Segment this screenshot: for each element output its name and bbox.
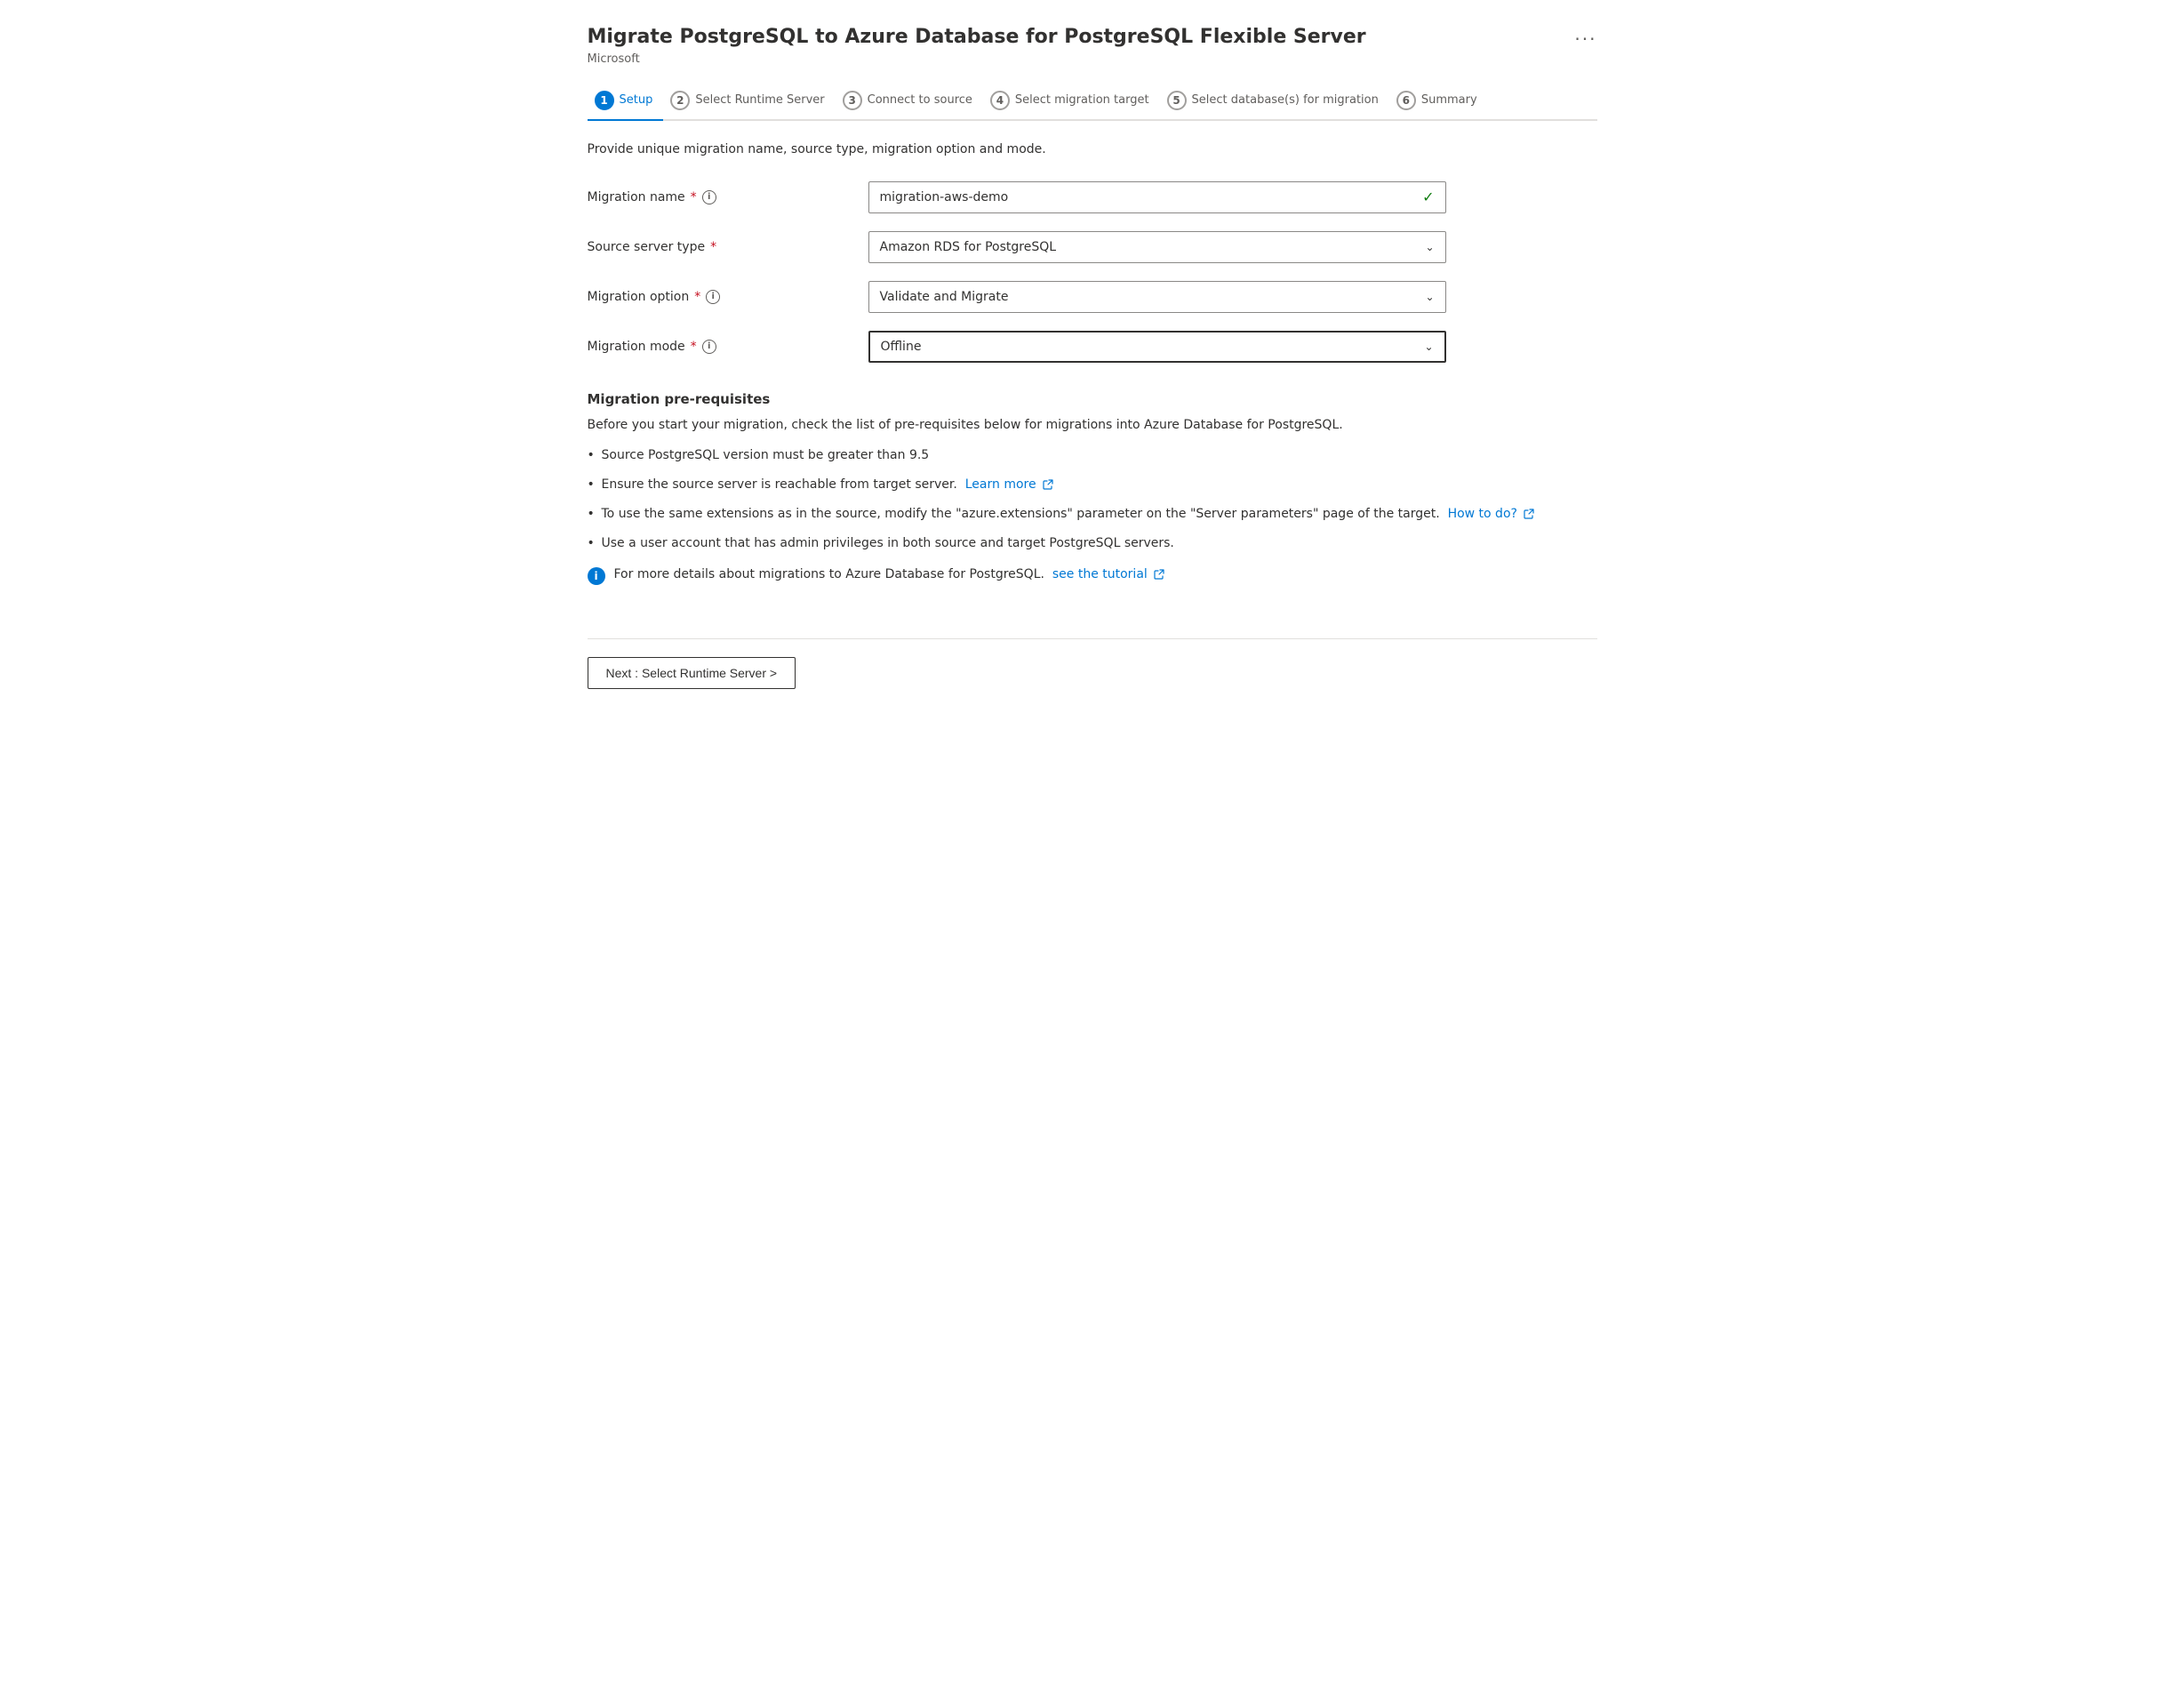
step-5-databases[interactable]: 5 Select database(s) for migration	[1160, 84, 1389, 119]
prereq-item-4-text: Use a user account that has admin privil…	[602, 536, 1174, 550]
steps-wizard-bar: 1 Setup 2 Select Runtime Server 3 Connec…	[588, 84, 1597, 121]
prereq-item-3: To use the same extensions as in the sou…	[588, 505, 1597, 524]
migration-name-label: Migration name * i	[588, 190, 854, 204]
migration-mode-dropdown[interactable]: Offline ⌄	[868, 331, 1446, 363]
learn-more-link[interactable]: Learn more	[965, 477, 1053, 492]
app-subtitle: Microsoft	[588, 52, 1366, 66]
migration-option-row: Migration option * i Validate and Migrat…	[588, 281, 1597, 313]
next-button[interactable]: Next : Select Runtime Server >	[588, 657, 796, 689]
prerequisites-section: Migration pre-requisites Before you star…	[588, 391, 1597, 585]
migration-option-control: Validate and Migrate ⌄	[868, 281, 1446, 313]
more-options-icon[interactable]: ···	[1574, 28, 1596, 50]
migration-option-dropdown[interactable]: Validate and Migrate ⌄	[868, 281, 1446, 313]
migration-option-value: Validate and Migrate	[880, 290, 1009, 304]
step-3-circle: 3	[843, 91, 862, 110]
prereq-item-1: Source PostgreSQL version must be greate…	[588, 446, 1597, 465]
step-2-runtime[interactable]: 2 Select Runtime Server	[663, 84, 835, 119]
migration-option-label: Migration option * i	[588, 290, 854, 304]
migration-name-checkmark: ✓	[1422, 188, 1434, 205]
prereq-item-3-text: To use the same extensions as in the sou…	[602, 507, 1444, 521]
step-1-setup[interactable]: 1 Setup	[588, 84, 664, 121]
migration-option-required: *	[694, 290, 700, 304]
migration-mode-info-icon[interactable]: i	[702, 340, 716, 354]
migration-name-required: *	[691, 190, 697, 204]
app-header: Migrate PostgreSQL to Azure Database for…	[588, 25, 1597, 66]
step-1-label: Setup	[620, 93, 653, 107]
info-banner-icon: i	[588, 567, 605, 585]
migration-mode-row: Migration mode * i Offline ⌄	[588, 331, 1597, 363]
step-3-label: Connect to source	[868, 93, 972, 107]
how-to-do-link[interactable]: How to do?	[1448, 507, 1535, 521]
step-2-label: Select Runtime Server	[695, 93, 824, 107]
step-6-label: Summary	[1421, 93, 1477, 107]
prereq-item-2-text: Ensure the source server is reachable fr…	[602, 477, 962, 492]
source-server-type-row: Source server type * Amazon RDS for Post…	[588, 231, 1597, 263]
prereq-title: Migration pre-requisites	[588, 391, 1597, 407]
migration-name-input[interactable]: migration-aws-demo ✓	[868, 181, 1446, 213]
external-link-icon-2	[1524, 509, 1534, 519]
step-4-target[interactable]: 4 Select migration target	[983, 84, 1160, 119]
migration-option-chevron-icon: ⌄	[1425, 291, 1434, 303]
step-6-summary[interactable]: 6 Summary	[1389, 84, 1488, 119]
prereq-item-4: Use a user account that has admin privil…	[588, 534, 1597, 553]
info-banner: i For more details about migrations to A…	[588, 567, 1597, 585]
see-tutorial-link[interactable]: see the tutorial	[1052, 567, 1164, 581]
migration-mode-chevron-icon: ⌄	[1424, 341, 1433, 353]
source-server-type-required: *	[710, 240, 716, 254]
step-5-circle: 5	[1167, 91, 1187, 110]
source-server-type-label: Source server type *	[588, 240, 854, 254]
source-server-type-dropdown[interactable]: Amazon RDS for PostgreSQL ⌄	[868, 231, 1446, 263]
external-link-icon	[1043, 479, 1053, 490]
step-3-connect[interactable]: 3 Connect to source	[836, 84, 983, 119]
info-banner-text: For more details about migrations to Azu…	[614, 567, 1165, 581]
form-section: Migration name * i migration-aws-demo ✓ …	[588, 181, 1597, 363]
migration-mode-label: Migration mode * i	[588, 340, 854, 354]
migration-name-info-icon[interactable]: i	[702, 190, 716, 204]
step-5-label: Select database(s) for migration	[1192, 93, 1379, 107]
step-4-label: Select migration target	[1015, 93, 1149, 107]
migration-name-control: migration-aws-demo ✓	[868, 181, 1446, 213]
prereq-item-1-text: Source PostgreSQL version must be greate…	[602, 448, 930, 462]
step-6-circle: 6	[1396, 91, 1416, 110]
step-4-circle: 4	[990, 91, 1010, 110]
migration-mode-value: Offline	[881, 340, 922, 354]
prereq-description: Before you start your migration, check t…	[588, 418, 1597, 432]
migration-name-row: Migration name * i migration-aws-demo ✓	[588, 181, 1597, 213]
page-description: Provide unique migration name, source ty…	[588, 142, 1597, 156]
source-server-type-value: Amazon RDS for PostgreSQL	[880, 240, 1057, 254]
migration-option-info-icon[interactable]: i	[706, 290, 720, 304]
migration-mode-required: *	[691, 340, 697, 354]
prereq-list: Source PostgreSQL version must be greate…	[588, 446, 1597, 553]
step-1-circle: 1	[595, 91, 614, 110]
migration-name-value: migration-aws-demo	[880, 190, 1009, 204]
prereq-item-2: Ensure the source server is reachable fr…	[588, 476, 1597, 494]
source-server-type-chevron-icon: ⌄	[1425, 241, 1434, 253]
migration-mode-control: Offline ⌄	[868, 331, 1446, 363]
app-title: Migrate PostgreSQL to Azure Database for…	[588, 25, 1366, 51]
source-server-type-control: Amazon RDS for PostgreSQL ⌄	[868, 231, 1446, 263]
page-footer: Next : Select Runtime Server >	[588, 638, 1597, 689]
external-link-icon-3	[1154, 569, 1164, 580]
step-2-circle: 2	[670, 91, 690, 110]
